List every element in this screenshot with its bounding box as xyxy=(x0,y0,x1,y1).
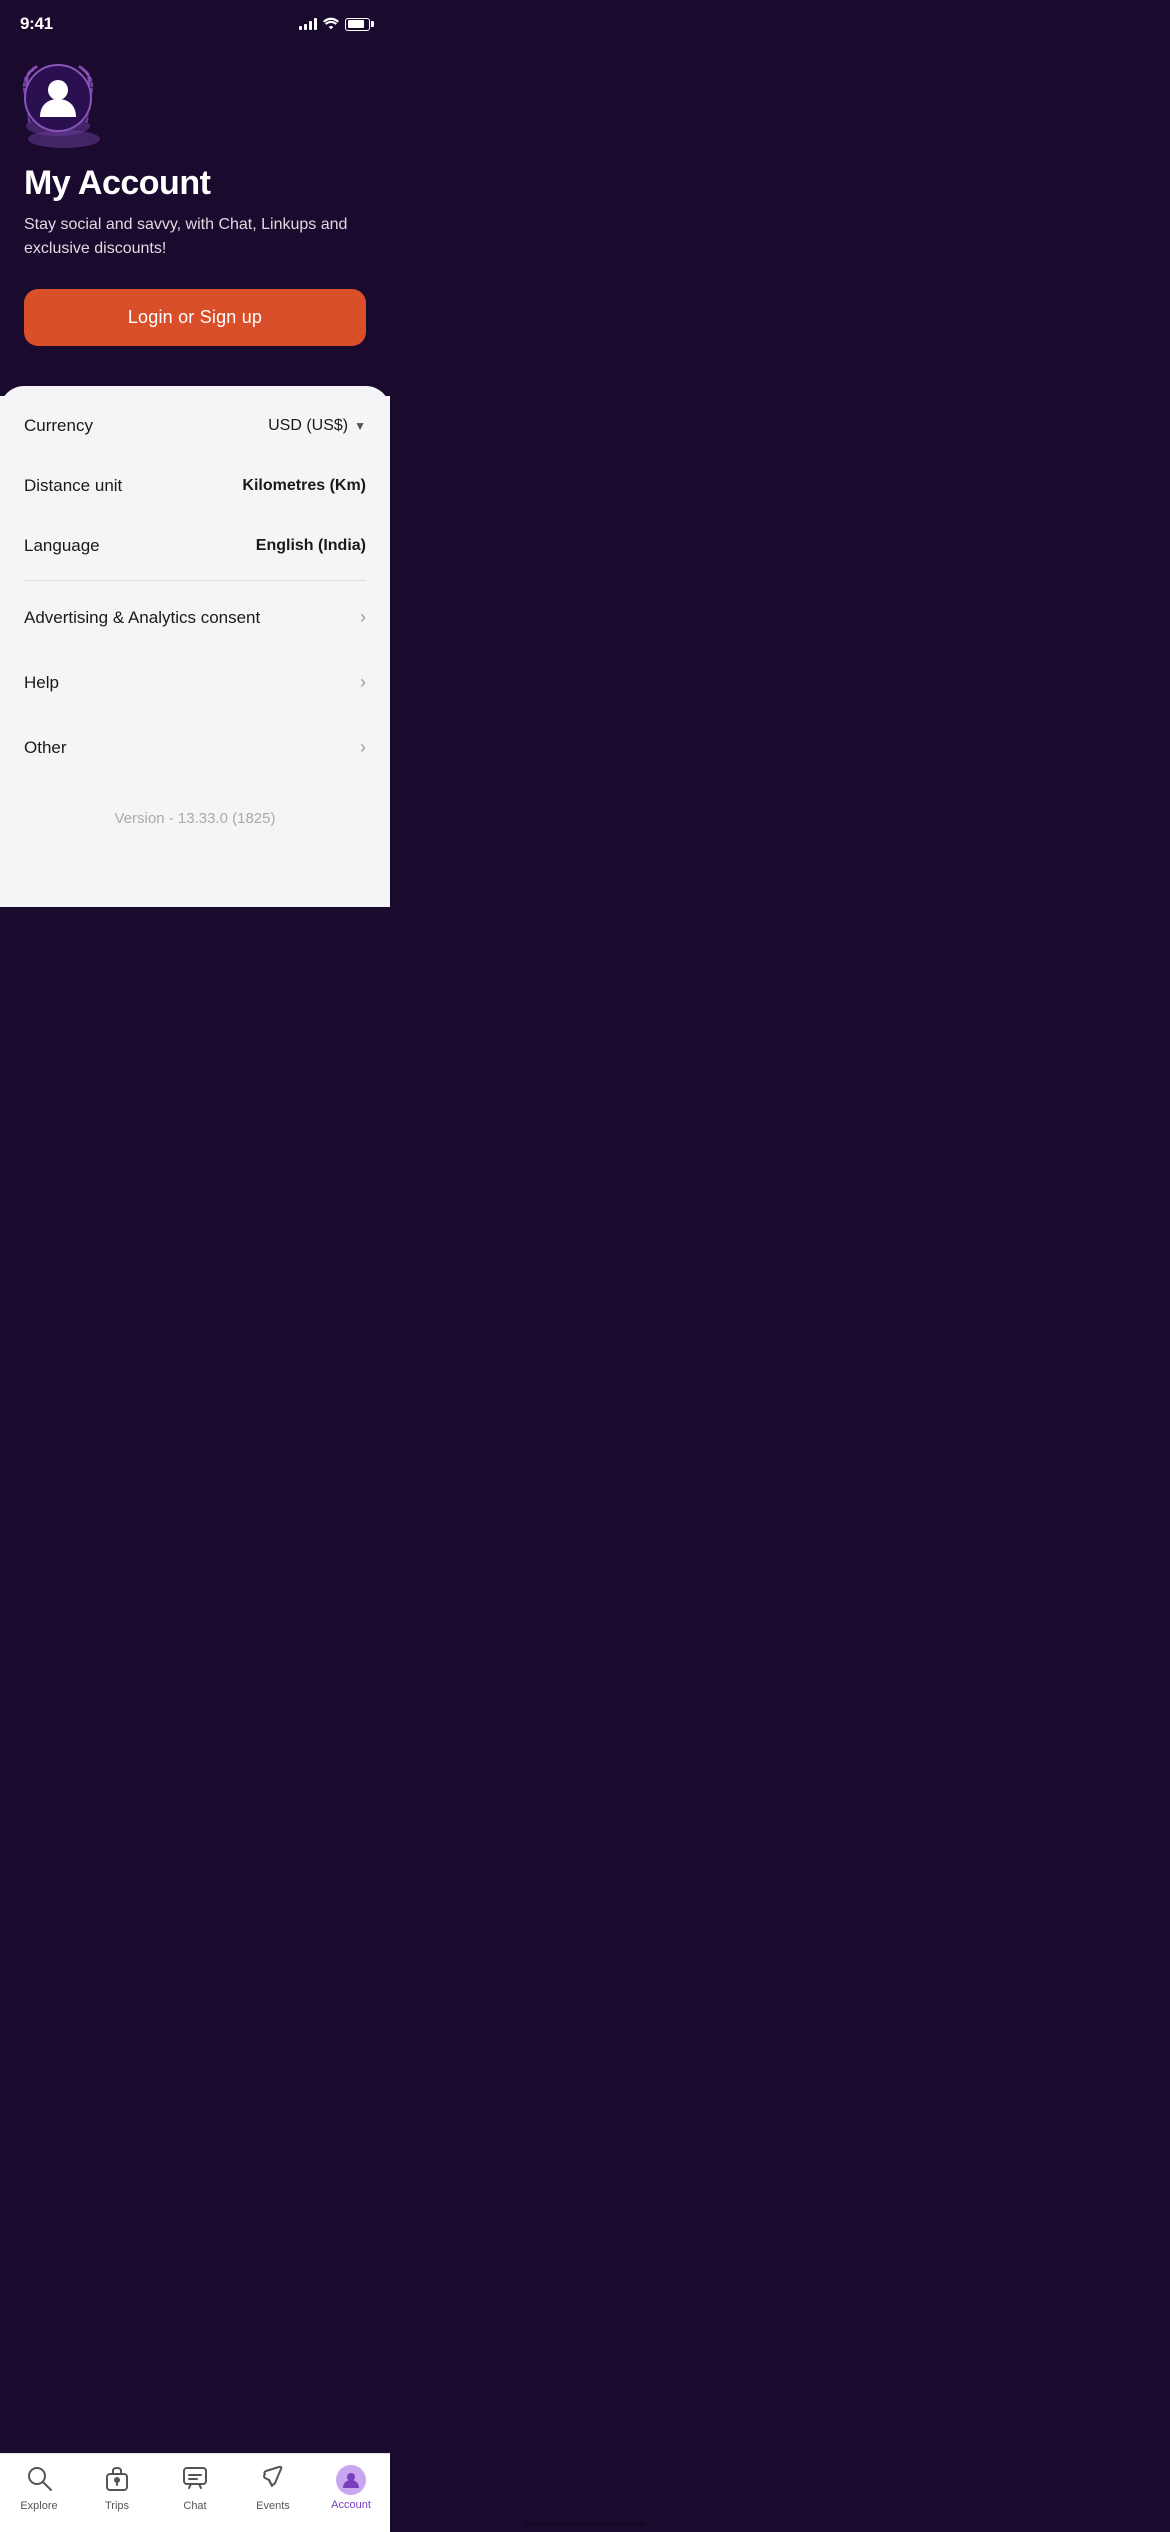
status-bar: 9:41 xyxy=(0,0,390,44)
tab-explore[interactable]: Explore xyxy=(9,2464,69,2512)
account-icon xyxy=(336,2465,366,2495)
distance-unit-label: Distance unit xyxy=(24,476,122,496)
language-value-text: English (India) xyxy=(256,537,366,555)
tab-chat[interactable]: Chat xyxy=(165,2464,225,2512)
chat-icon xyxy=(181,2464,209,2496)
help-row[interactable]: Help › xyxy=(0,650,390,715)
tab-account-label: Account xyxy=(331,2499,371,2511)
settings-section: Currency USD (US$) ▼ Distance unit Kilom… xyxy=(0,386,390,907)
currency-value[interactable]: USD (US$) ▼ xyxy=(268,417,366,435)
avatar xyxy=(24,64,104,144)
advertising-label: Advertising & Analytics consent xyxy=(24,608,260,628)
header-section: My Account Stay social and savvy, with C… xyxy=(0,44,390,386)
language-row[interactable]: Language English (India) xyxy=(0,516,390,576)
battery-icon xyxy=(345,18,370,31)
version-text: Version - 13.33.0 (1825) xyxy=(0,790,390,847)
page-subtitle: Stay social and savvy, with Chat, Linkup… xyxy=(24,213,366,261)
person-silhouette xyxy=(40,77,76,119)
advertising-row[interactable]: Advertising & Analytics consent › xyxy=(0,585,390,650)
avatar-circle xyxy=(24,64,92,132)
distance-unit-row[interactable]: Distance unit Kilometres (Km) xyxy=(0,456,390,516)
divider xyxy=(24,580,366,581)
other-chevron-icon: › xyxy=(360,737,366,758)
language-value: English (India) xyxy=(256,537,366,555)
tab-events-label: Events xyxy=(256,2500,290,2512)
status-time: 9:41 xyxy=(20,14,53,34)
home-indicator xyxy=(525,2521,645,2526)
distance-unit-value-text: Kilometres (Km) xyxy=(242,477,366,495)
events-icon xyxy=(259,2464,287,2496)
currency-row[interactable]: Currency USD (US$) ▼ xyxy=(0,396,390,456)
tab-chat-label: Chat xyxy=(183,2500,206,2512)
other-row[interactable]: Other › xyxy=(0,715,390,780)
tab-account[interactable]: Account xyxy=(321,2465,381,2511)
page-title: My Account xyxy=(24,164,366,203)
currency-label: Currency xyxy=(24,416,93,436)
trips-icon xyxy=(103,2464,131,2496)
signal-icon xyxy=(299,18,317,30)
help-chevron-icon: › xyxy=(360,672,366,693)
tab-bar: Explore Trips Chat xyxy=(0,2453,390,2532)
other-label: Other xyxy=(24,738,67,758)
explore-icon xyxy=(25,2464,53,2496)
tab-trips-label: Trips xyxy=(105,2500,129,2512)
advertising-chevron-icon: › xyxy=(360,607,366,628)
tab-trips[interactable]: Trips xyxy=(87,2464,147,2512)
status-icons xyxy=(299,16,370,32)
currency-value-text: USD (US$) xyxy=(268,417,348,435)
login-signup-button[interactable]: Login or Sign up xyxy=(24,289,366,346)
tab-explore-label: Explore xyxy=(20,2500,57,2512)
help-label: Help xyxy=(24,673,59,693)
wifi-icon xyxy=(323,16,339,32)
distance-unit-value: Kilometres (Km) xyxy=(242,477,366,495)
tab-events[interactable]: Events xyxy=(243,2464,303,2512)
currency-dropdown-icon: ▼ xyxy=(354,419,366,433)
language-label: Language xyxy=(24,536,100,556)
